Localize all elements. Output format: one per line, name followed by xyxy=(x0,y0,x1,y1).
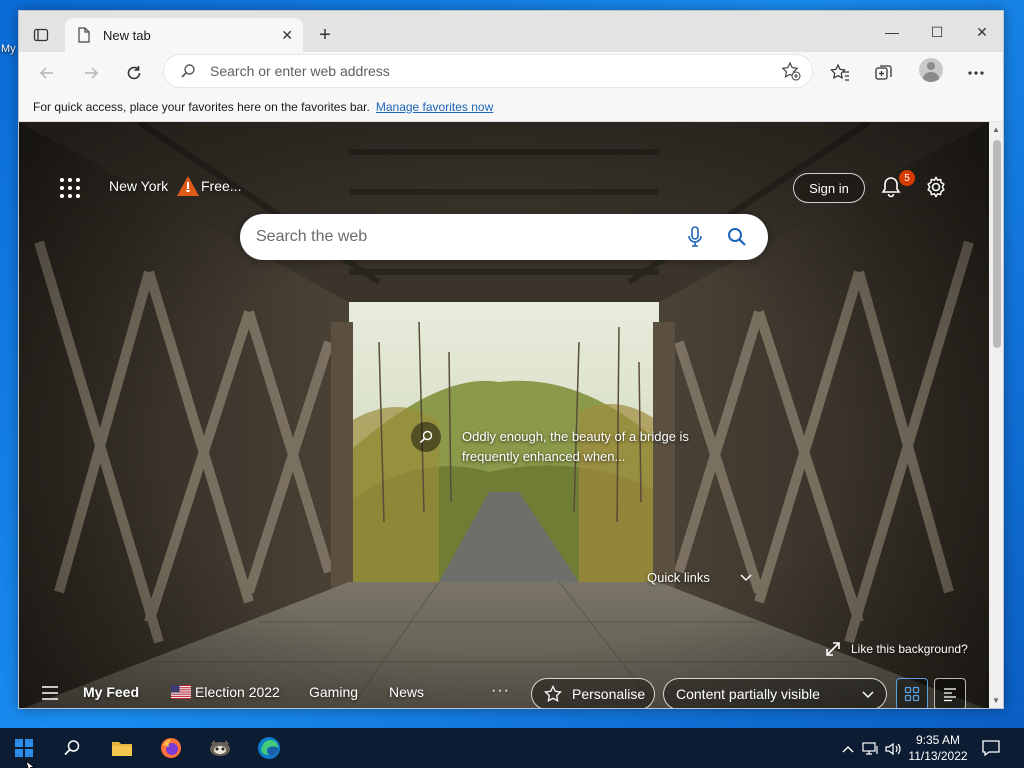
taskbar-clock[interactable]: 9:35 AM 11/13/2022 xyxy=(900,732,976,764)
desktop-icon-label[interactable]: My xyxy=(1,43,16,55)
list-layout-icon xyxy=(944,688,956,702)
content-visibility-label: Content partially visible xyxy=(676,686,820,702)
image-caption[interactable]: Oddly enough, the beauty of a bridge is … xyxy=(462,427,732,467)
tray-expand-chevron-icon[interactable] xyxy=(838,740,858,758)
browser-toolbar: Search or enter web address xyxy=(19,52,1003,92)
add-favorite-icon[interactable] xyxy=(776,61,806,81)
quick-links-toggle[interactable]: Quick links xyxy=(647,570,752,585)
chevron-down-icon xyxy=(862,686,874,702)
more-options-icon xyxy=(968,71,984,75)
microphone-icon[interactable] xyxy=(680,222,710,252)
collections-button[interactable] xyxy=(869,58,899,88)
clock-date: 11/13/2022 xyxy=(908,749,968,763)
tab-news[interactable]: News xyxy=(389,684,424,700)
new-tab-page: New York Free... Sign in 5 Search the we… xyxy=(19,122,989,708)
notifications-center-icon[interactable] xyxy=(981,739,1001,757)
browser-window: New tab ✕ + — ☐ ✕ Search or enter web ad… xyxy=(18,10,1004,709)
search-submit-icon[interactable] xyxy=(722,222,752,252)
maximize-button[interactable]: ☐ xyxy=(914,20,960,44)
network-icon[interactable] xyxy=(861,740,881,758)
tab-new-tab[interactable]: New tab ✕ xyxy=(65,18,303,52)
tab-gaming[interactable]: Gaming xyxy=(309,684,358,700)
tab-actions-icon[interactable] xyxy=(25,21,57,49)
scrollbar-thumb[interactable] xyxy=(993,140,1001,348)
more-topics-button[interactable]: ··· xyxy=(491,682,510,700)
windows-start-icon[interactable] xyxy=(4,734,44,762)
collections-icon xyxy=(875,65,892,80)
forward-arrow-icon xyxy=(85,67,99,79)
refresh-button[interactable] xyxy=(119,58,149,88)
us-flag-icon xyxy=(171,685,191,699)
manage-favorites-link[interactable]: Manage favorites now xyxy=(376,100,493,114)
minimize-button[interactable]: — xyxy=(869,20,915,44)
grid-layout-icon xyxy=(904,686,920,702)
personalise-label: Personalise xyxy=(572,686,646,702)
tab-strip: New tab ✕ + — ☐ ✕ xyxy=(19,11,1003,52)
close-window-button[interactable]: ✕ xyxy=(959,20,1003,44)
feed-menu-icon[interactable] xyxy=(41,686,59,700)
page-settings-gear-icon[interactable] xyxy=(924,175,948,199)
profile-avatar[interactable] xyxy=(919,58,943,82)
tab-title: New tab xyxy=(103,27,151,43)
new-tab-button[interactable]: + xyxy=(311,22,339,48)
web-search-input[interactable]: Search the web xyxy=(256,228,668,246)
scroll-up-arrow-icon[interactable]: ▲ xyxy=(992,125,1000,134)
favorites-bar: For quick access, place your favorites h… xyxy=(19,92,1003,122)
favorites-bar-message: For quick access, place your favorites h… xyxy=(33,99,370,114)
mouse-cursor-icon xyxy=(25,758,36,768)
taskbar-search-icon[interactable] xyxy=(52,734,92,762)
like-background-link[interactable]: Like this background? xyxy=(825,641,968,657)
sign-in-button[interactable]: Sign in xyxy=(793,173,865,203)
refresh-icon xyxy=(127,66,141,80)
personalise-star-icon xyxy=(544,684,562,703)
tab-election-2022[interactable]: Election 2022 xyxy=(195,684,280,700)
like-background-label: Like this background? xyxy=(851,642,968,656)
file-explorer-icon[interactable] xyxy=(102,734,142,762)
app-icon[interactable] xyxy=(200,734,240,762)
quick-links-label: Quick links xyxy=(647,570,710,585)
settings-menu-button[interactable] xyxy=(961,58,991,88)
firefox-icon[interactable] xyxy=(151,734,191,762)
background-image xyxy=(19,122,989,708)
web-search-box[interactable]: Search the web xyxy=(240,214,768,260)
back-button[interactable] xyxy=(32,58,62,88)
weather-location[interactable]: New York xyxy=(109,178,168,194)
clock-time: 9:35 AM xyxy=(915,733,961,747)
favorites-icon xyxy=(830,63,849,81)
content-visibility-dropdown[interactable]: Content partially visible xyxy=(663,678,887,708)
list-layout-button[interactable] xyxy=(934,678,966,708)
scroll-down-arrow-icon[interactable]: ▼ xyxy=(992,696,1000,705)
edge-icon[interactable] xyxy=(249,734,289,762)
address-bar[interactable]: Search or enter web address xyxy=(164,55,812,87)
page-icon xyxy=(78,27,90,43)
windows-taskbar: 9:35 AM 11/13/2022 xyxy=(0,728,1024,768)
address-input[interactable]: Search or enter web address xyxy=(210,63,776,79)
back-arrow-icon xyxy=(39,67,53,79)
page-scrollbar[interactable]: ▲ ▼ xyxy=(989,122,1003,708)
apps-grid-icon[interactable] xyxy=(59,177,81,199)
weather-warning-icon[interactable] xyxy=(175,174,201,198)
notification-count-badge: 5 xyxy=(899,170,915,186)
personalise-button[interactable]: Personalise xyxy=(531,678,655,708)
chevron-down-icon xyxy=(740,571,752,585)
expand-icon xyxy=(825,641,841,657)
tab-my-feed[interactable]: My Feed xyxy=(83,684,139,700)
grid-layout-button[interactable] xyxy=(896,678,928,708)
favorites-button[interactable] xyxy=(825,58,855,88)
weather-alert-text[interactable]: Free... xyxy=(201,178,241,194)
tab-close-button[interactable]: ✕ xyxy=(281,27,293,44)
search-icon xyxy=(174,63,202,79)
forward-button[interactable] xyxy=(76,58,106,88)
image-info-search-icon[interactable] xyxy=(411,422,441,452)
